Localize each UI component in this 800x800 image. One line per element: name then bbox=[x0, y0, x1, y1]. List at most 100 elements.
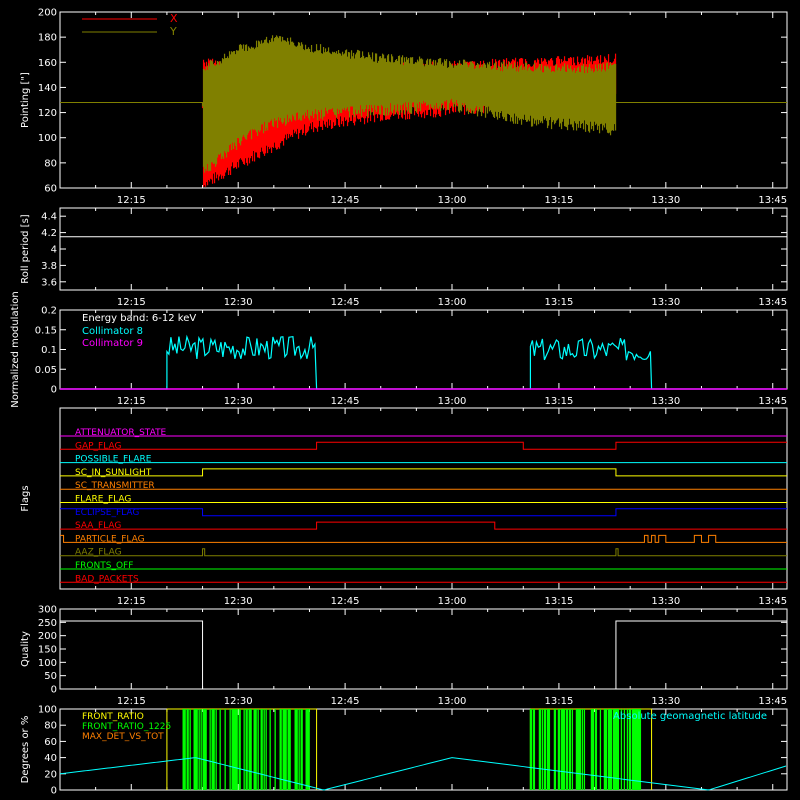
flag-label: ECLIPSE_FLAG bbox=[75, 508, 139, 518]
x-tick-label: 13:15 bbox=[545, 195, 574, 206]
flag-line bbox=[60, 548, 787, 557]
y-tick-label: 4.2 bbox=[41, 228, 57, 239]
x-tick-label: 12:15 bbox=[117, 297, 146, 308]
flag-label: SC_TRANSMITTER bbox=[75, 481, 155, 491]
flag-flare-flag: FLARE_FLAG bbox=[60, 495, 787, 505]
panel-3: 12:15 12:30 12:45 13:00 13:15 13:30 13:45 Flags… bbox=[20, 407, 788, 607]
x-tick-label: 13:15 bbox=[545, 396, 574, 407]
x-tick-label: 12:45 bbox=[331, 396, 360, 407]
y-tick-label: 50 bbox=[44, 671, 57, 682]
legend-label: MAX_DET_VS_TOT bbox=[82, 732, 164, 742]
flag-gap-flag: GAP_FLAG bbox=[60, 441, 787, 451]
y-tick-label: 150 bbox=[38, 645, 57, 656]
flag-label: BAD_PACKETS bbox=[75, 574, 139, 584]
y-tick-label: 0 bbox=[51, 685, 57, 696]
y-tick-label: 120 bbox=[38, 108, 57, 119]
flag-label: SC_IN_SUNLIGHT bbox=[75, 468, 152, 478]
y-tick-label: 80 bbox=[44, 158, 57, 169]
y-tick-label: 0 bbox=[51, 385, 57, 396]
panel-5: 0 20 40 60 80 100 Degrees or % FRONT_RATIOFRONT… bbox=[20, 705, 788, 797]
geomagnetic-latitude-line bbox=[59, 757, 787, 791]
flag-saa-flag: SAA_FLAG bbox=[60, 521, 787, 531]
panel-2: 12:15 12:30 12:45 13:00 13:15 13:30 13:45 0 0.05… bbox=[10, 291, 788, 408]
legend-label: FRONT_RATIO bbox=[82, 712, 144, 722]
x-tick-label: 12:30 bbox=[224, 596, 253, 607]
flag-eclipse-flag: ECLIPSE_FLAG bbox=[60, 508, 787, 518]
y-tick-label: 100 bbox=[38, 133, 57, 144]
quality-line bbox=[60, 620, 787, 690]
y-tick-label: 60 bbox=[44, 184, 57, 195]
y-tick-label: 100 bbox=[38, 705, 57, 716]
x-tick-label: 13:45 bbox=[758, 396, 787, 407]
y-tick-label: 4 bbox=[51, 245, 57, 256]
x-tick-label: 13:00 bbox=[438, 596, 467, 607]
legend-label: FRONT_RATIO_1225 bbox=[82, 722, 171, 732]
flag-label: GAP_FLAG bbox=[75, 441, 121, 451]
y-axis-label: Pointing ["] bbox=[20, 72, 31, 128]
x-tick-label: 12:45 bbox=[331, 696, 360, 707]
y-tick-label: 20 bbox=[44, 769, 57, 780]
flag-label: POSSIBLE_FLARE bbox=[75, 455, 152, 465]
x-tick-label: 13:45 bbox=[758, 696, 787, 707]
flag-line bbox=[60, 508, 787, 517]
x-tick-label: 13:45 bbox=[758, 297, 787, 308]
y-tick-label: 300 bbox=[38, 605, 57, 616]
panel-frame bbox=[59, 407, 788, 590]
x-tick-label: 12:30 bbox=[224, 195, 253, 206]
x-tick-label: 12:45 bbox=[331, 596, 360, 607]
y-tick-label: 3.6 bbox=[41, 277, 57, 288]
x-tick-label: 12:15 bbox=[117, 195, 146, 206]
x-tick-label: 12:45 bbox=[331, 195, 360, 206]
flag-label: AAZ_FLAG bbox=[75, 548, 122, 558]
energy-band-label: Energy band: 6-12 keV bbox=[82, 313, 196, 324]
x-tick-label: 12:15 bbox=[117, 396, 146, 407]
flag-label: SAA_FLAG bbox=[75, 521, 121, 531]
flag-particle-flag: PARTICLE_FLAG bbox=[60, 534, 787, 544]
panel-4: 12:15 12:30 12:45 13:00 13:15 13:30 13:45 0 50 10… bbox=[20, 605, 788, 707]
x-tick-label: 12:30 bbox=[224, 297, 253, 308]
y-tick-label: 4.4 bbox=[41, 212, 57, 223]
x-tick-label: 13:15 bbox=[545, 696, 574, 707]
x-tick-label: 13:00 bbox=[438, 696, 467, 707]
y-tick-label: 200 bbox=[38, 631, 57, 642]
collimator-8-line bbox=[60, 334, 787, 390]
y-tick-label: 180 bbox=[38, 33, 57, 44]
y-tick-label: 0.1 bbox=[41, 345, 57, 356]
y-tick-label: 3.8 bbox=[41, 261, 57, 272]
flag-label: ATTENUATOR_STATE bbox=[75, 428, 167, 438]
y-tick-label: 60 bbox=[44, 737, 57, 748]
quicklook-chart: 12:15 12:30 12:45 13:00 13:15 13:30 13:45 60 80 1… bbox=[10, 8, 788, 797]
flag-possible-flare: POSSIBLE_FLARE bbox=[60, 455, 787, 465]
x-tick-label: 13:15 bbox=[545, 596, 574, 607]
flag-label: FLARE_FLAG bbox=[75, 495, 131, 505]
y-tick-label: 140 bbox=[38, 83, 57, 94]
legend-label: X bbox=[170, 12, 178, 25]
x-tick-label: 12:45 bbox=[331, 297, 360, 308]
legend-label: Collimator 9 bbox=[82, 338, 143, 349]
flag-line bbox=[60, 441, 787, 450]
y-tick-label: 100 bbox=[38, 658, 57, 669]
x-tick-label: 12:15 bbox=[117, 596, 146, 607]
panel-0: 12:15 12:30 12:45 13:00 13:15 13:30 13:45 60 80 1… bbox=[20, 8, 788, 206]
y-tick-label: 200 bbox=[38, 8, 57, 19]
y-tick-label: 250 bbox=[38, 618, 57, 629]
flag-label: FRONTS_OFF bbox=[75, 561, 133, 571]
y-axis-label: Flags bbox=[20, 485, 31, 511]
flag-attenuator-state: ATTENUATOR_STATE bbox=[60, 428, 787, 438]
front-ratio-1225-bars bbox=[182, 709, 310, 790]
flag-line bbox=[60, 534, 787, 543]
flag-bad-packets: BAD_PACKETS bbox=[60, 574, 787, 584]
x-tick-label: 13:30 bbox=[651, 297, 680, 308]
x-tick-label: 13:30 bbox=[651, 195, 680, 206]
x-tick-label: 13:30 bbox=[651, 696, 680, 707]
x-tick-label: 12:30 bbox=[224, 696, 253, 707]
flag-aaz-flag: AAZ_FLAG bbox=[60, 548, 787, 558]
panel-1: 12:15 12:30 12:45 13:00 13:15 13:30 13:45 3.6 3.… bbox=[20, 207, 788, 308]
x-tick-label: 13:45 bbox=[758, 596, 787, 607]
y-axis-label: Normalized modulation bbox=[10, 291, 21, 408]
y-tick-label: 0.2 bbox=[41, 306, 57, 317]
y-axis-label: Roll period [s] bbox=[20, 214, 31, 283]
flag-fronts-off: FRONTS_OFF bbox=[60, 561, 787, 571]
y-tick-label: 0.05 bbox=[35, 365, 57, 376]
x-tick-label: 13:00 bbox=[438, 297, 467, 308]
